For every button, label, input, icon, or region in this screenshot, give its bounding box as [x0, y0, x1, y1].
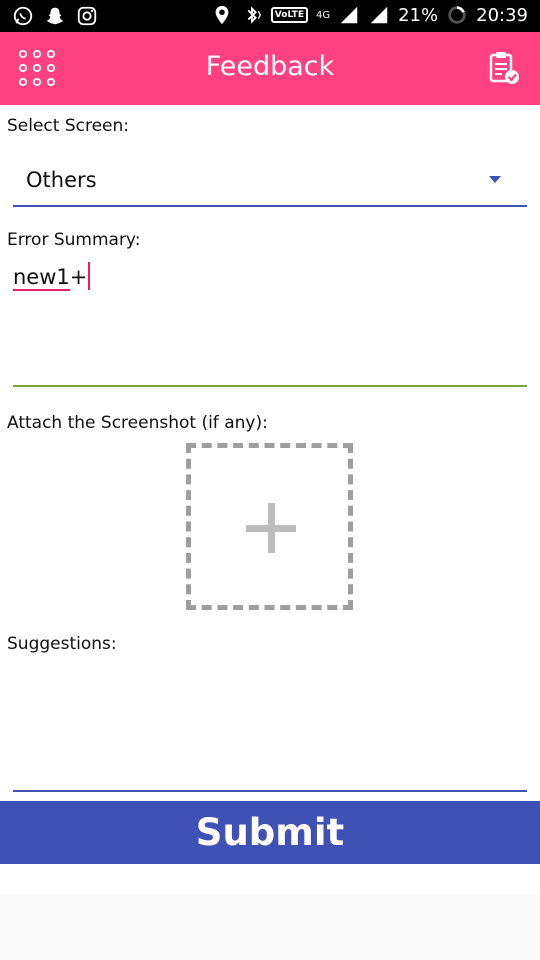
whatsapp-icon [13, 6, 33, 26]
suggestions-label: Suggestions: [7, 634, 117, 654]
text-cursor [88, 262, 91, 290]
select-screen-label: Select Screen: [7, 116, 130, 136]
bluetooth-vibrate-icon [247, 6, 261, 24]
instagram-icon [77, 6, 97, 26]
status-bar: VoLTE 4G 21% 20:39 [0, 0, 540, 32]
system-status: VoLTE 4G 21% 20:39 [211, 4, 528, 26]
notification-icons [12, 5, 98, 27]
app-bar: Feedback [0, 32, 540, 105]
network-type: 4G [315, 9, 331, 21]
error-summary-misspelled-word: new1 [13, 265, 70, 291]
select-screen-dropdown[interactable]: Others [13, 159, 527, 207]
attach-screenshot-button[interactable] [186, 443, 353, 610]
battery-ring-icon [448, 6, 466, 24]
location-icon [215, 5, 229, 25]
battery-percentage: 21% [398, 4, 439, 26]
suggestions-input[interactable] [13, 665, 527, 792]
select-screen-value: Others [26, 168, 97, 192]
signal-icon [340, 6, 358, 24]
signal-icon [370, 6, 388, 24]
snapchat-icon [46, 7, 64, 25]
feedback-form: Select Screen: Others Error Summary: new… [0, 105, 540, 895]
clipboard-check-icon[interactable] [486, 50, 522, 86]
error-summary-value: new1+ [13, 262, 91, 291]
error-summary-label: Error Summary: [7, 230, 141, 250]
submit-button[interactable]: Submit [0, 801, 540, 864]
page-title: Feedback [205, 51, 335, 82]
clock: 20:39 [476, 4, 528, 26]
error-summary-input[interactable]: new1+ [13, 257, 527, 387]
plus-icon [268, 503, 275, 553]
volte-badge: VoLTE [270, 7, 308, 23]
error-summary-text-rest: + [69, 265, 88, 289]
attach-screenshot-label: Attach the Screenshot (if any): [7, 413, 268, 433]
chevron-down-icon [489, 176, 501, 183]
